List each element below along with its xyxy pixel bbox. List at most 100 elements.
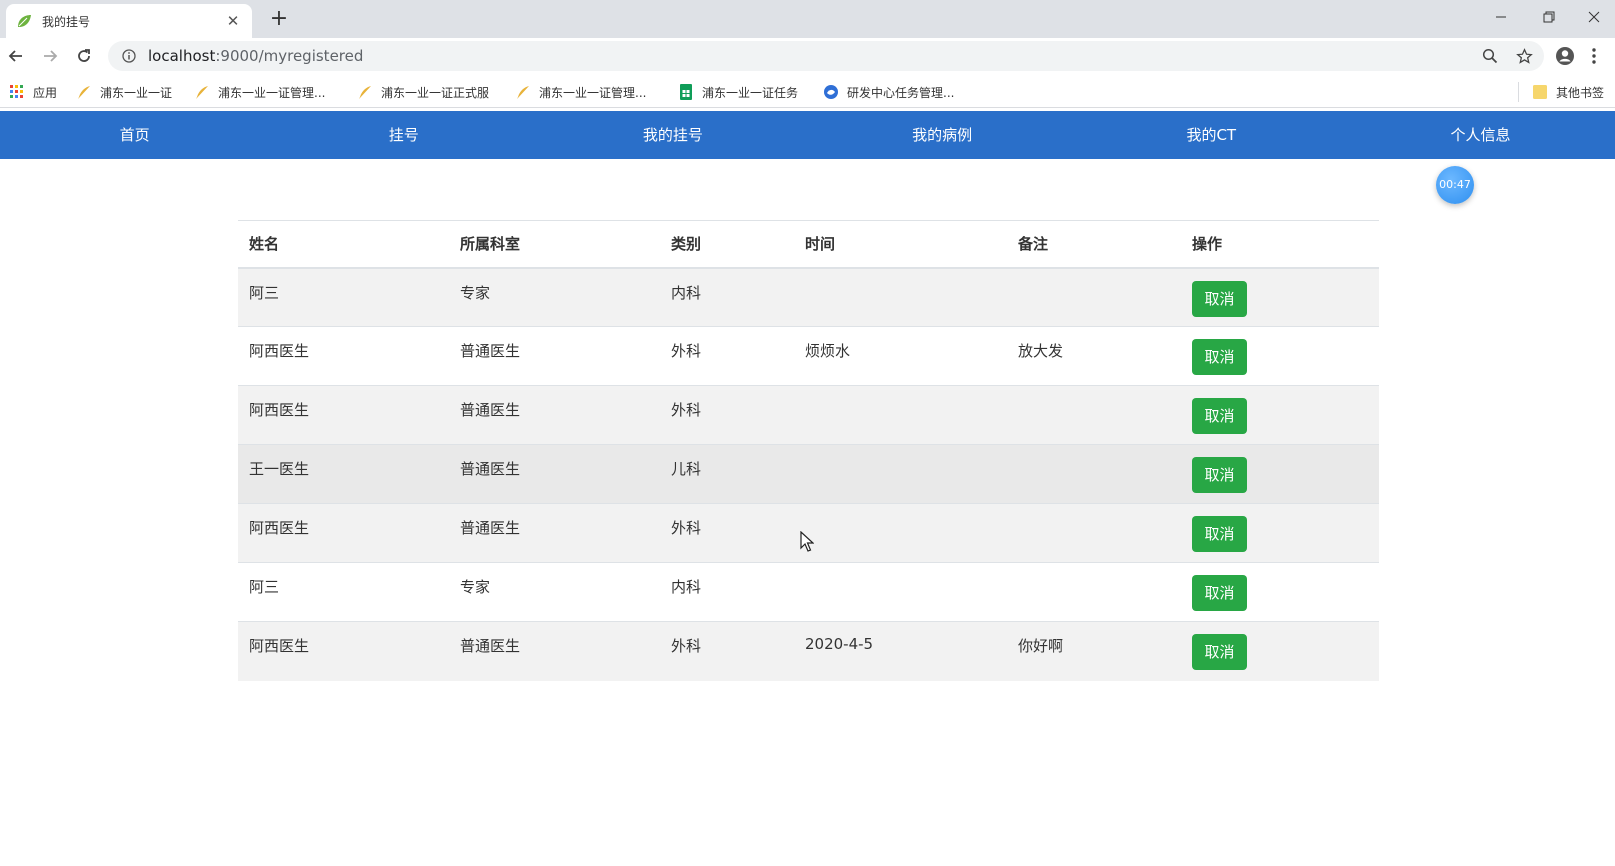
zoom-icon[interactable] [1477, 43, 1503, 69]
recording-timer-badge[interactable]: 00:47 [1436, 166, 1474, 204]
cell-name: 王一医生 [238, 444, 449, 504]
cancel-button[interactable]: 取消 [1192, 339, 1247, 375]
cell-department: 专家 [449, 267, 660, 327]
cell-department: 普通医生 [449, 503, 660, 563]
cell-category: 内科 [660, 562, 794, 622]
kebab-menu-icon[interactable] [1586, 43, 1602, 69]
nav-profile[interactable]: 个人信息 [1346, 111, 1615, 159]
cell-category: 外科 [660, 503, 794, 563]
bookmark-item[interactable]: 浦东一业一证任务 [678, 82, 798, 102]
bookmark-other-folder[interactable]: 其他书签 [1532, 82, 1604, 102]
bookmark-item[interactable]: 浦东一业一证管理... [194, 82, 325, 102]
window-close-icon[interactable] [1574, 0, 1614, 34]
restore-icon[interactable] [1526, 0, 1572, 34]
bookmark-label: 浦东一业一证 [100, 85, 173, 100]
cell-time: 2020-4-5 [794, 621, 1007, 681]
registrations-table-container: 姓名 所属科室 类别 时间 备注 操作 阿三 专家 内科 取消 阿西医生 普通医… [238, 220, 1379, 681]
cell-category: 内科 [660, 267, 794, 327]
nav-home[interactable]: 首页 [0, 111, 269, 159]
bookmark-label: 浦东一业一证管理... [218, 85, 326, 100]
nav-my-ct[interactable]: 我的CT [1077, 111, 1346, 159]
bookmark-item[interactable]: 浦东一业一证正式服 [357, 82, 489, 102]
cell-department: 专家 [449, 562, 660, 622]
profile-avatar-icon[interactable] [1552, 43, 1578, 69]
cell-name: 阿三 [238, 267, 449, 327]
bookmark-label: 应用 [33, 85, 58, 100]
mouse-pointer-icon [800, 530, 815, 557]
feather-icon [76, 84, 92, 100]
reload-icon[interactable] [72, 44, 96, 68]
table-row: 阿西医生 普通医生 外科 取消 [238, 385, 1379, 445]
cell-action: 取消 [1181, 621, 1379, 681]
cell-note [1007, 385, 1181, 445]
cancel-button[interactable]: 取消 [1192, 575, 1247, 611]
cell-note [1007, 503, 1181, 563]
cell-time [794, 444, 1007, 504]
browser-tab-strip: 我的挂号 ✕ + [0, 0, 1615, 38]
column-header-department: 所属科室 [449, 220, 660, 269]
cell-note: 放大发 [1007, 326, 1181, 386]
column-header-note: 备注 [1007, 220, 1181, 269]
cell-action: 取消 [1181, 562, 1379, 622]
url-text: localhost:9000/myregistered [148, 47, 363, 65]
bookmark-apps[interactable]: 应用 [9, 82, 57, 102]
minimize-icon[interactable] [1478, 0, 1524, 34]
column-header-action: 操作 [1181, 220, 1379, 269]
nav-my-cases[interactable]: 我的病例 [808, 111, 1077, 159]
nav-my-registrations[interactable]: 我的挂号 [538, 111, 807, 159]
address-bar[interactable]: localhost:9000/myregistered [108, 41, 1544, 71]
cancel-button[interactable]: 取消 [1192, 516, 1247, 552]
forward-arrow-icon[interactable] [38, 44, 62, 68]
bookmark-item[interactable]: 浦东一业一证 [76, 82, 172, 102]
tab-close-icon[interactable]: ✕ [224, 12, 242, 30]
cell-action: 取消 [1181, 326, 1379, 386]
bookmark-label: 浦东一业一证管理... [539, 85, 647, 100]
cell-department: 普通医生 [449, 385, 660, 445]
cell-category: 外科 [660, 326, 794, 386]
cell-department: 普通医生 [449, 621, 660, 681]
table-row: 阿三 专家 内科 取消 [238, 267, 1379, 327]
apps-grid-icon [9, 84, 25, 100]
cell-name: 阿西医生 [238, 503, 449, 563]
cell-note [1007, 444, 1181, 504]
site-info-icon[interactable] [114, 49, 144, 63]
bookmark-item[interactable]: 研发中心任务管理... [823, 82, 954, 102]
bookmark-star-icon[interactable] [1511, 43, 1537, 69]
bookmark-label: 研发中心任务管理... [847, 85, 955, 100]
table-row: 王一医生 普通医生 儿科 取消 [238, 444, 1379, 504]
cell-note: 你好啊 [1007, 621, 1181, 681]
nav-register[interactable]: 挂号 [269, 111, 538, 159]
bookmark-item[interactable]: 浦东一业一证管理... [515, 82, 646, 102]
cell-note [1007, 267, 1181, 327]
cell-category: 儿科 [660, 444, 794, 504]
url-host: localhost [148, 47, 216, 65]
cancel-button[interactable]: 取消 [1192, 280, 1247, 317]
cell-category: 外科 [660, 621, 794, 681]
cancel-button[interactable]: 取消 [1192, 634, 1247, 670]
tab-title: 我的挂号 [42, 14, 91, 29]
leaf-favicon-icon [16, 13, 32, 29]
main-nav: 首页 挂号 我的挂号 我的病例 我的CT 个人信息 [0, 111, 1615, 159]
feather-icon [194, 84, 210, 100]
registrations-table: 姓名 所属科室 类别 时间 备注 操作 阿三 专家 内科 取消 阿西医生 普通医… [238, 220, 1379, 681]
bookmark-label: 浦东一业一证任务 [702, 85, 799, 100]
cell-time [794, 267, 1007, 327]
feather-icon [357, 84, 373, 100]
cell-name: 阿西医生 [238, 326, 449, 386]
column-header-name: 姓名 [238, 220, 449, 269]
table-header-row: 姓名 所属科室 类别 时间 备注 操作 [238, 220, 1379, 269]
table-row: 阿西医生 普通医生 外科 烦烦水 放大发 取消 [238, 326, 1379, 386]
new-tab-plus-icon[interactable]: + [266, 7, 292, 33]
cancel-button[interactable]: 取消 [1192, 398, 1247, 434]
folder-icon [1532, 84, 1548, 100]
bookmark-label: 浦东一业一证正式服 [381, 85, 490, 100]
cell-time: 烦烦水 [794, 326, 1007, 386]
browser-tab[interactable]: 我的挂号 ✕ [6, 4, 252, 38]
table-row: 阿三 专家 内科 取消 [238, 562, 1379, 622]
back-arrow-icon[interactable] [4, 44, 28, 68]
cell-action: 取消 [1181, 444, 1379, 504]
table-row: 阿西医生 普通医生 外科 2020-4-5 你好啊 取消 [238, 621, 1379, 681]
cell-name: 阿三 [238, 562, 449, 622]
cancel-button[interactable]: 取消 [1192, 457, 1247, 493]
cell-action: 取消 [1181, 385, 1379, 445]
